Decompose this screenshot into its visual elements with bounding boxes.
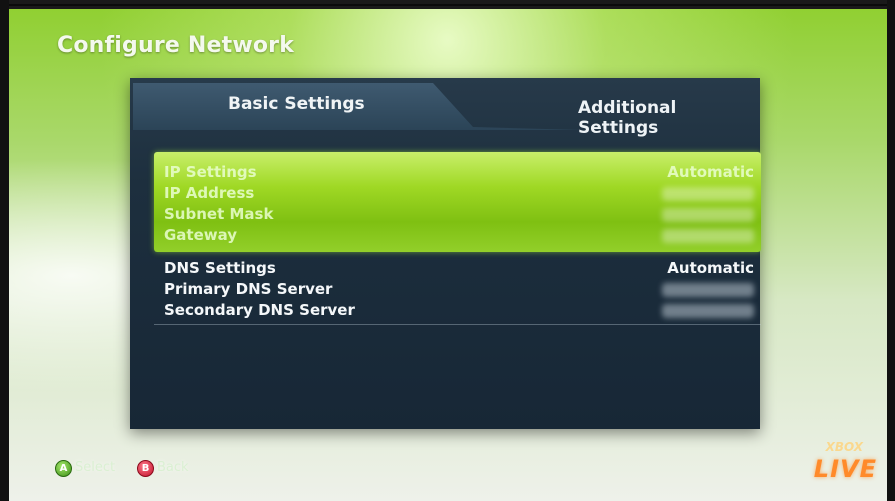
left-frame (0, 0, 9, 501)
dns-settings-row[interactable]: DNS Settings Automatic (164, 259, 754, 280)
subnet-mask-row[interactable]: Subnet Mask (164, 205, 754, 226)
ip-address-label: IP Address (164, 184, 255, 202)
select-hint-label: Select (75, 460, 116, 475)
xbox-live-logo: XBOX LIVE (807, 440, 877, 490)
top-rule (0, 0, 895, 9)
tab-strip: Basic Settings Additional Settings (130, 78, 760, 138)
dns-settings-value: Automatic (667, 259, 754, 277)
gateway-value-blurred (662, 229, 754, 243)
tab-additional-settings-label: Additional Settings (578, 98, 677, 138)
dns-settings-label: DNS Settings (164, 259, 276, 277)
list-divider (154, 324, 761, 325)
right-frame (887, 0, 895, 501)
primary-dns-row[interactable]: Primary DNS Server (164, 280, 754, 301)
gateway-label: Gateway (164, 226, 238, 244)
secondary-dns-value-blurred (662, 304, 754, 318)
primary-dns-value-blurred (662, 283, 754, 297)
ip-address-row[interactable]: IP Address (164, 184, 754, 205)
xbox-logo-text: XBOX (825, 440, 863, 454)
settings-panel: Basic Settings Additional Settings IP Se… (130, 78, 761, 429)
tab-additional-settings[interactable]: Additional Settings (460, 98, 760, 138)
b-button-icon: B (137, 460, 154, 477)
page-title: Configure Network (57, 33, 295, 58)
ip-settings-value: Automatic (667, 163, 754, 181)
ip-settings-row[interactable]: IP Settings Automatic (164, 163, 754, 184)
gateway-row[interactable]: Gateway (164, 226, 754, 247)
tab-basic-settings-label: Basic Settings (228, 94, 365, 114)
ip-address-value-blurred (662, 187, 754, 201)
a-button-icon: A (55, 460, 72, 477)
live-logo-text: LIVE (813, 455, 877, 483)
subnet-mask-value-blurred (662, 208, 754, 222)
primary-dns-label: Primary DNS Server (164, 280, 333, 298)
secondary-dns-row[interactable]: Secondary DNS Server (164, 301, 754, 322)
subnet-mask-label: Subnet Mask (164, 205, 274, 223)
back-hint-label: Back (157, 460, 189, 475)
ip-settings-label: IP Settings (164, 163, 257, 181)
secondary-dns-label: Secondary DNS Server (164, 301, 355, 319)
